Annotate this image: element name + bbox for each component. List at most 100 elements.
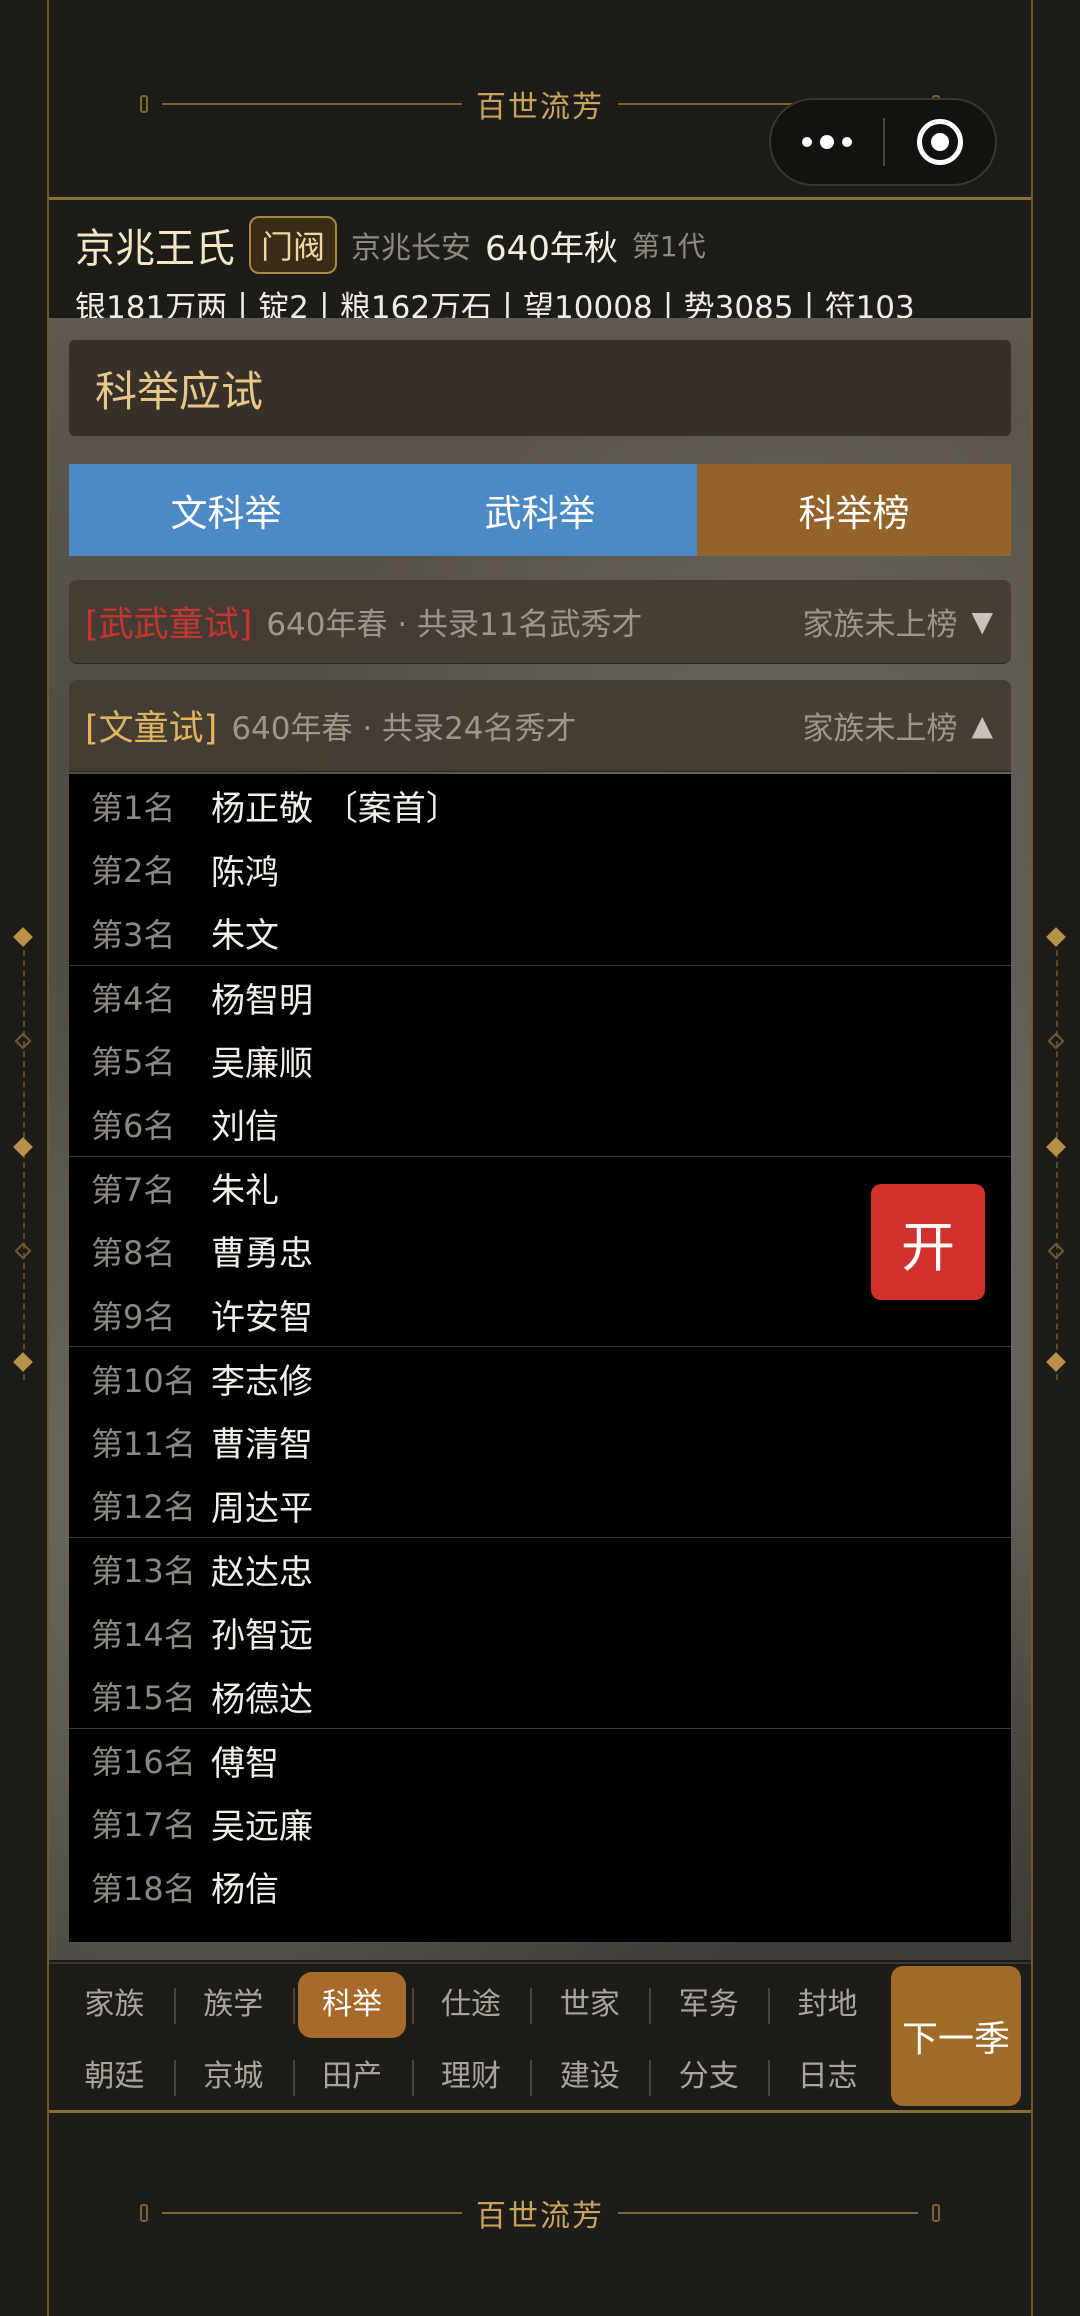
ranking-row: 第3名 朱文 <box>69 901 1011 965</box>
ranking-row: 第9名 许安智 <box>69 1283 1011 1347</box>
next-season-button[interactable]: 下一季 <box>891 1966 1021 2106</box>
candidate-name: 傅智 <box>211 1743 279 1784</box>
nav-item-label: 分支 <box>678 2059 739 2094</box>
candidate-name: 朱礼 <box>211 1171 279 1212</box>
nav-item[interactable]: 日志 <box>768 2044 887 2110</box>
rank-label: 第14名 <box>91 1615 196 1654</box>
nav-item[interactable]: 仕途 <box>411 1972 531 2038</box>
nav-item[interactable]: 分支 <box>649 2044 768 2110</box>
nav-item[interactable]: 朝廷 <box>55 2044 174 2110</box>
nav-item[interactable]: 科举 <box>292 1972 412 2038</box>
chevron-down-icon: ▼ <box>971 605 993 638</box>
chevron-up-icon: ▲ <box>971 709 993 742</box>
exam-tag: [文童试] <box>85 709 218 749</box>
family-status: 家族未上榜 <box>802 607 958 643</box>
nav-item[interactable]: 理财 <box>411 2044 531 2110</box>
candidate-name: 曹勇忠 <box>211 1234 313 1275</box>
rank-label: 第5名 <box>91 1043 176 1082</box>
candidate-name: 杨德达 <box>211 1679 313 1720</box>
tab-exam-ranking[interactable]: 科举榜 <box>697 464 1011 556</box>
ranking-row: 第4名 杨智明 <box>69 964 1011 1029</box>
candidate-name: 孙智远 <box>211 1616 313 1657</box>
candidate-name: 吴廉顺 <box>211 1043 313 1084</box>
candidate-name: 刘信 <box>211 1107 279 1148</box>
nav-item-label: 建设 <box>559 2059 620 2094</box>
game-frame: 百世流芳 京兆王氏 门阀 京兆长安 640年秋 第1代 银181万两丨锭2丨粮1… <box>49 0 1031 2316</box>
family-name: 京兆王氏 <box>75 226 235 272</box>
bottom-banner: 百世流芳 <box>49 2110 1031 2316</box>
exam-info: 640年春 · 共录11名武秀才 <box>266 607 643 643</box>
nav-item[interactable]: 族学 <box>173 1972 293 2038</box>
nav-item[interactable]: 建设 <box>530 2044 649 2110</box>
family-rank-badge: 门阀 <box>249 216 338 274</box>
nav-item-label: 田产 <box>322 2059 383 2094</box>
ranking-row: 第8名 曹勇忠 <box>69 1219 1011 1283</box>
rank-label: 第4名 <box>91 980 176 1019</box>
generation: 第1代 <box>631 230 706 263</box>
tab-civil-exam[interactable]: 文科举 <box>69 464 383 556</box>
left-ornament <box>0 927 49 1380</box>
candidate-name: 朱文 <box>211 916 279 957</box>
ranking-row: 第12名 周达平 <box>69 1474 1011 1538</box>
exam-section-military[interactable]: [武武童试] 640年春 · 共录11名武秀才 家族未上榜 ▼ <box>69 580 1011 664</box>
banner-title: 百世流芳 <box>476 2199 604 2234</box>
ranking-row: 第14名 孙智远 <box>69 1601 1011 1665</box>
nav-item[interactable]: 世家 <box>530 1972 649 2038</box>
exam-panel: 科举应试 文科举 武科举 科举榜 [武武童试] 640年春 · 共录11名武秀才… <box>49 318 1031 1960</box>
mini-program-capsule <box>769 98 997 186</box>
nav-item-label: 族学 <box>203 1987 264 2022</box>
candidate-name: 吴远廉 <box>211 1806 313 1847</box>
nav-item-label: 京城 <box>203 2059 264 2094</box>
tab-military-exam[interactable]: 武科举 <box>383 464 697 556</box>
rank-label: 第1名 <box>91 788 176 827</box>
candidate-name: 周达平 <box>211 1488 313 1529</box>
nav-item-label: 家族 <box>84 1987 145 2022</box>
ranking-row: 第1名 杨正敬 〔案首〕 <box>69 774 1011 838</box>
rank-label: 第10名 <box>91 1361 196 1400</box>
ranking-row: 第11名 曹清智 <box>69 1410 1011 1474</box>
nav-item[interactable]: 京城 <box>173 2044 293 2110</box>
nav-row-1: 家族 族学 科举 仕途 世家 军务 封地 <box>55 1972 887 2038</box>
exam-info: 640年春 · 共录24名秀才 <box>231 711 577 747</box>
rank-label: 第15名 <box>91 1679 196 1718</box>
exam-section-civil[interactable]: [文童试] 640年春 · 共录24名秀才 家族未上榜 ▲ <box>69 680 1011 772</box>
nav-item[interactable]: 封地 <box>768 1972 887 2038</box>
close-target-icon[interactable] <box>885 119 995 165</box>
nav-item-label: 仕途 <box>441 1987 501 2022</box>
panel-header: 科举应试 <box>69 340 1011 436</box>
ranking-row: 第5名 吴廉顺 <box>69 1028 1011 1092</box>
nav-item-label: 世家 <box>559 1987 620 2022</box>
ranking-list[interactable]: 第1名 杨正敬 〔案首〕 第2名 陈鸿 第3名 朱文 第4名 杨智明 第5名 吴廉顺 第6名 刘信 第7… <box>69 774 1011 1942</box>
rank-label: 第11名 <box>91 1424 196 1463</box>
rank-label: 第3名 <box>91 915 176 954</box>
rank-label: 第13名 <box>91 1552 196 1591</box>
nav-item-label: 封地 <box>797 1987 858 2022</box>
rank-label: 第17名 <box>91 1806 196 1845</box>
nav-item-label: 科举 <box>298 1972 407 2038</box>
nav-item[interactable]: 田产 <box>292 2044 412 2110</box>
rank-label: 第9名 <box>91 1297 176 1336</box>
candidate-name: 陈鸿 <box>211 852 279 893</box>
ranking-row: 第15名 杨德达 <box>69 1664 1011 1728</box>
rank-label: 第2名 <box>91 852 176 891</box>
ranking-row: 第17名 吴远廉 <box>69 1792 1011 1856</box>
nav-item[interactable]: 家族 <box>55 1972 174 2038</box>
ranking-row: 第16名 傅智 <box>69 1727 1011 1792</box>
candidate-name: 赵达忠 <box>211 1552 313 1593</box>
nav-item[interactable]: 军务 <box>649 1972 768 2038</box>
open-button[interactable]: 开 <box>871 1184 985 1300</box>
ranking-row: 第6名 刘信 <box>69 1092 1011 1156</box>
right-border <box>1031 0 1080 2316</box>
rank-label: 第8名 <box>91 1233 176 1272</box>
left-border <box>0 0 49 2316</box>
candidate-name: 李志修 <box>211 1362 313 1403</box>
nav-item-label: 理财 <box>441 2059 501 2094</box>
exam-tabs: 文科举 武科举 科举榜 <box>69 464 1011 556</box>
rank-label: 第16名 <box>91 1743 196 1782</box>
candidate-name: 许安智 <box>211 1298 313 1339</box>
family-header: 京兆王氏 门阀 京兆长安 640年秋 第1代 银181万两丨锭2丨粮162万石丨… <box>75 210 1031 327</box>
more-icon[interactable] <box>771 135 883 149</box>
candidate-name: 杨智明 <box>211 980 313 1021</box>
current-season: 640年秋 <box>485 228 618 269</box>
candidate-name: 杨正敬 〔案首〕 <box>211 789 460 830</box>
